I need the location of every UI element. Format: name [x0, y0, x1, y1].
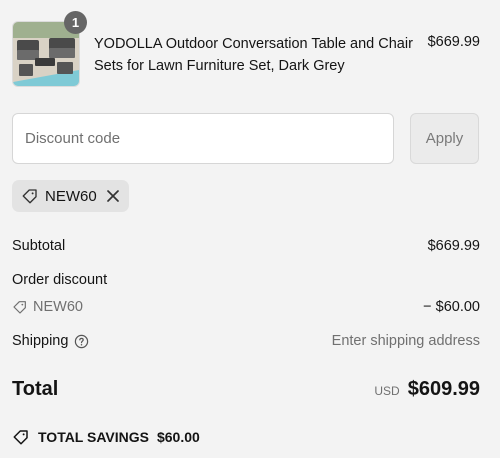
total-amount: $609.99	[407, 378, 480, 400]
total-label: Total	[12, 378, 59, 400]
applied-discount-code: NEW60	[45, 187, 97, 205]
total-savings: TOTAL SAVINGS $60.00	[12, 428, 200, 446]
total-savings-label: TOTAL SAVINGS	[38, 429, 149, 445]
order-discount-code-row: NEW60	[12, 299, 83, 315]
order-discount-label: Order discount	[12, 272, 108, 288]
order-discount-value: − $60.00	[423, 299, 480, 315]
applied-discount-chip: NEW60	[12, 180, 129, 212]
discount-code-input[interactable]	[12, 113, 394, 164]
close-icon[interactable]	[106, 189, 120, 203]
tag-icon	[21, 187, 39, 205]
shipping-label-row: Shipping	[12, 333, 89, 349]
quantity-badge: 1	[64, 11, 87, 34]
shipping-value: Enter shipping address	[331, 333, 480, 349]
apply-button[interactable]: Apply	[410, 113, 479, 164]
product-name: YODOLLA Outdoor Conversation Table and C…	[94, 36, 413, 74]
total-savings-amount: $60.00	[156, 429, 200, 445]
product-price: $669.99	[427, 34, 480, 50]
total-currency: USD	[374, 384, 400, 398]
tag-icon	[12, 299, 28, 315]
subtotal-value: $669.99	[427, 238, 480, 254]
tag-icon	[12, 428, 30, 446]
order-discount-code: NEW60	[33, 299, 83, 315]
shipping-label: Shipping	[12, 333, 69, 349]
question-circle-icon[interactable]	[74, 334, 89, 349]
subtotal-label: Subtotal	[12, 238, 66, 254]
total-value: USD $609.99	[374, 378, 480, 401]
